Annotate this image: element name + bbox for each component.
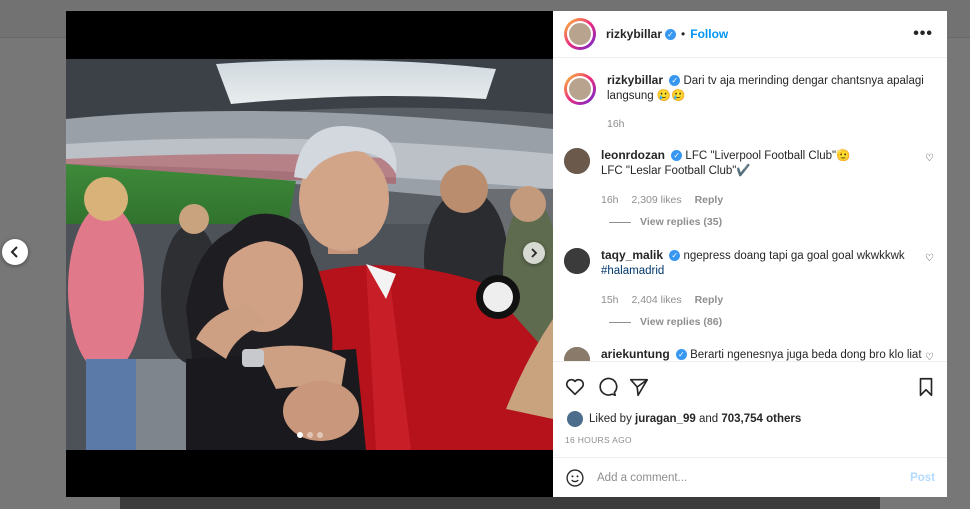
- more-options-icon[interactable]: •••: [913, 25, 933, 43]
- verified-badge-icon: ✓: [669, 250, 681, 262]
- post-media: [66, 11, 553, 497]
- post-time-ago: 16 HOURS AGO: [565, 435, 632, 445]
- comment-item: taqy_malik ✓ ngepress doang tapi ga goal…: [564, 248, 934, 308]
- bookmark-icon[interactable]: [915, 376, 937, 398]
- verified-badge-icon: ✓: [669, 75, 681, 87]
- chevron-left-icon: [10, 246, 18, 258]
- comment-text: LFC "Liverpool Football Club"🫡: [685, 150, 851, 162]
- caption-time: 16h: [607, 118, 625, 130]
- comment-time: 16h: [601, 194, 619, 206]
- carousel-indicator: [66, 432, 553, 438]
- like-comment-heart-icon[interactable]: ♡: [925, 153, 934, 164]
- chevron-right-icon: [531, 248, 538, 258]
- liked-by-prefix: Liked by: [589, 413, 632, 425]
- comment-text-line2: LFC "Leslar Football Club"✔️: [601, 165, 751, 177]
- carousel-dot: [316, 432, 323, 438]
- share-icon[interactable]: [628, 376, 650, 398]
- caption: rizkybillar ✓ Dari tv aja merinding deng…: [564, 73, 934, 132]
- comment-username[interactable]: ariekuntung: [601, 347, 670, 361]
- carousel-dot: [296, 432, 303, 438]
- heart-icon[interactable]: [564, 376, 586, 398]
- verified-badge-icon: ✓: [671, 150, 683, 162]
- likes-summary[interactable]: Liked by juragan_99 and 703,754 others: [567, 411, 801, 427]
- view-replies-label: View replies (35): [640, 216, 723, 228]
- verified-badge-icon: ✓: [665, 28, 677, 40]
- add-comment-bar: Post: [553, 457, 947, 497]
- post-header: rizkybillar ✓ • Follow •••: [553, 11, 947, 58]
- likes-count[interactable]: 703,754 others: [721, 413, 801, 425]
- comment-likes[interactable]: 2,404 likes: [631, 294, 681, 306]
- author-username[interactable]: rizkybillar: [606, 27, 662, 41]
- comment-input[interactable]: [597, 471, 887, 484]
- verified-badge-icon: ✓: [675, 349, 687, 361]
- previous-post-button[interactable]: [2, 239, 28, 265]
- comment-avatar[interactable]: [564, 347, 590, 361]
- carousel-dot: [306, 432, 313, 438]
- liked-by-user[interactable]: juragan_99: [635, 413, 696, 425]
- reply-button[interactable]: Reply: [695, 294, 724, 306]
- post-actions: Liked by juragan_99 and 703,754 others 1…: [553, 361, 947, 447]
- reply-button[interactable]: Reply: [695, 194, 724, 206]
- view-replies-button[interactable]: View replies (35): [609, 216, 722, 228]
- comment-text: Berarti ngenesnya juga beda dong bro klo…: [690, 349, 922, 361]
- comment-avatar[interactable]: [564, 248, 590, 274]
- emoji-icon[interactable]: [565, 468, 585, 488]
- next-slide-button[interactable]: [523, 242, 545, 264]
- like-comment-heart-icon[interactable]: ♡: [925, 352, 934, 361]
- comment-username[interactable]: leonrdozan: [601, 148, 665, 162]
- like-comment-heart-icon[interactable]: ♡: [925, 253, 934, 264]
- liked-by-and: and: [698, 413, 719, 425]
- separator-dot: •: [681, 27, 686, 41]
- post-photo: [66, 59, 553, 450]
- post-detail-panel: rizkybillar ✓ • Follow ••• rizkybillar ✓…: [553, 11, 947, 497]
- hashtag-link[interactable]: #halamadrid: [601, 265, 664, 277]
- comment-time: 15h: [601, 294, 619, 306]
- view-replies-label: View replies (86): [640, 316, 723, 328]
- caption-avatar[interactable]: [564, 73, 596, 105]
- comment-likes[interactable]: 2,309 likes: [631, 194, 681, 206]
- post-comment-button[interactable]: Post: [910, 472, 935, 484]
- comment-item: ariekuntung ✓ Berarti ngenesnya juga bed…: [564, 347, 934, 361]
- view-replies-button[interactable]: View replies (86): [609, 316, 722, 328]
- comments-list[interactable]: rizkybillar ✓ Dari tv aja merinding deng…: [553, 59, 947, 361]
- follow-button[interactable]: Follow: [690, 27, 728, 41]
- author-avatar[interactable]: [564, 18, 596, 50]
- comment-avatar[interactable]: [564, 148, 590, 174]
- caption-username[interactable]: rizkybillar: [607, 73, 663, 87]
- comment-text: ngepress doang tapi ga goal goal wkwkkwk: [683, 250, 905, 262]
- comment-username[interactable]: taqy_malik: [601, 248, 663, 262]
- liker-avatar[interactable]: [567, 411, 583, 427]
- comment-icon[interactable]: [596, 376, 618, 398]
- comment-item: leonrdozan ✓ LFC "Liverpool Football Clu…: [564, 148, 934, 208]
